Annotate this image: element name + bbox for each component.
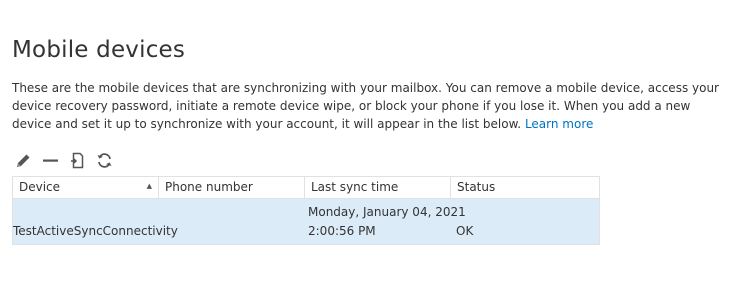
learn-more-link[interactable]: Learn more	[525, 117, 593, 131]
status-cell: OK	[456, 224, 474, 238]
last-sync-time-cell: 2:00:56 PM	[308, 224, 376, 238]
page-description: These are the mobile devices that are sy…	[12, 79, 732, 133]
column-header-phone-number[interactable]: Phone number	[159, 177, 305, 198]
table-row[interactable]: TestActiveSyncConnectivity Monday, Janua…	[13, 199, 599, 244]
column-label: Status	[457, 180, 496, 194]
column-label: Last sync time	[311, 180, 399, 194]
column-header-last-sync-time[interactable]: Last sync time	[305, 177, 451, 198]
toolbar	[14, 150, 122, 170]
column-label: Device	[19, 180, 61, 194]
pencil-icon	[16, 154, 29, 167]
remove-button[interactable]	[41, 151, 59, 169]
description-text: These are the mobile devices that are sy…	[12, 81, 719, 131]
column-label: Phone number	[165, 180, 253, 194]
edit-button[interactable]	[14, 151, 32, 169]
last-sync-date-cell: Monday, January 04, 2021	[308, 205, 466, 219]
wipe-device-icon	[70, 152, 83, 168]
sort-ascending-icon: ▲	[146, 182, 152, 190]
table-header: Device ▲ Phone number Last sync time Sta…	[13, 177, 599, 199]
refresh-icon	[97, 152, 111, 168]
refresh-button[interactable]	[95, 151, 113, 169]
page-title: Mobile devices	[12, 37, 186, 64]
column-header-status[interactable]: Status	[451, 177, 597, 198]
minus-icon	[42, 159, 58, 162]
device-cell: TestActiveSyncConnectivity	[13, 224, 178, 238]
wipe-device-button[interactable]	[68, 151, 86, 169]
devices-table: Device ▲ Phone number Last sync time Sta…	[12, 176, 600, 245]
column-header-device[interactable]: Device ▲	[13, 177, 159, 198]
